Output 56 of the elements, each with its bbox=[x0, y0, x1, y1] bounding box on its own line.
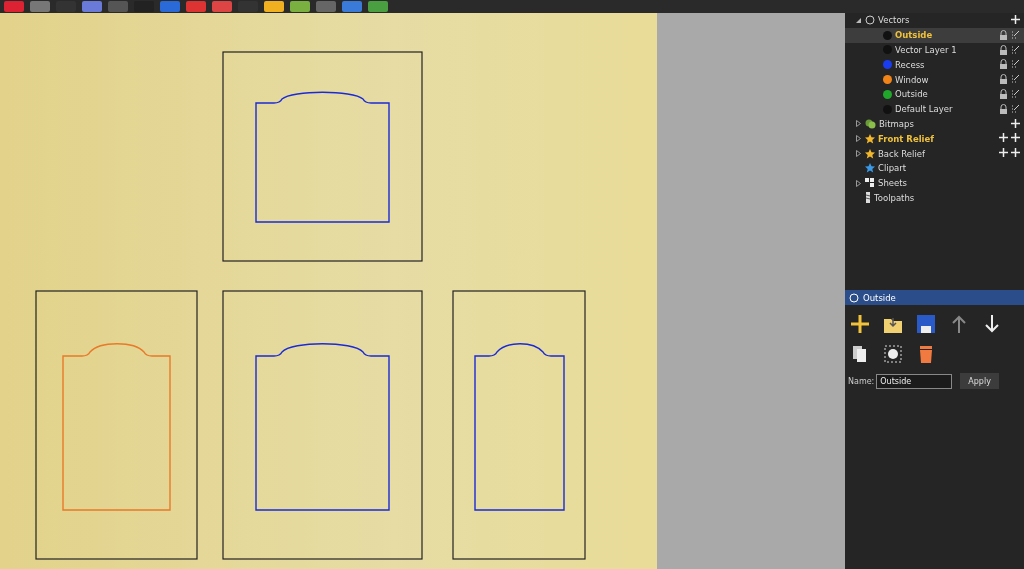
layer-row[interactable]: Outside bbox=[845, 27, 1024, 43]
name-field[interactable]: Outside bbox=[876, 373, 953, 389]
pen-grid-icon[interactable] bbox=[1011, 89, 1020, 99]
lock-icon[interactable] bbox=[999, 29, 1008, 40]
plus-icon[interactable] bbox=[851, 315, 869, 333]
layer-name[interactable]: Vector Layer 1 bbox=[895, 45, 957, 55]
squares-icon bbox=[865, 178, 875, 189]
layer-name[interactable]: Outside bbox=[895, 30, 933, 41]
pen-grid-icon[interactable] bbox=[1011, 44, 1020, 55]
up-arrow-icon[interactable] bbox=[950, 315, 968, 333]
layer-row[interactable]: Window bbox=[845, 72, 1024, 87]
star-icon bbox=[865, 148, 875, 159]
folder-icon[interactable] bbox=[884, 315, 902, 333]
layer-row[interactable]: Default Layer bbox=[845, 101, 1024, 117]
layer-row[interactable]: Outside bbox=[845, 87, 1024, 102]
tree-item[interactable]: Vectors bbox=[878, 15, 910, 26]
lock-icon[interactable] bbox=[999, 103, 1008, 114]
lock-icon[interactable] bbox=[999, 89, 1008, 99]
copy-icon[interactable] bbox=[851, 345, 869, 363]
tree-item[interactable]: Front Relief bbox=[878, 133, 934, 144]
lock-icon[interactable] bbox=[999, 74, 1008, 85]
layer-name[interactable]: Window bbox=[895, 74, 929, 85]
lock-icon[interactable] bbox=[999, 44, 1008, 55]
star-icon bbox=[865, 133, 875, 144]
panel-title: Outside bbox=[863, 292, 896, 303]
trash-icon[interactable] bbox=[917, 345, 935, 363]
pen-grid-icon[interactable] bbox=[1011, 103, 1020, 114]
vector-icon bbox=[865, 15, 875, 26]
vector-icon bbox=[849, 292, 859, 303]
circles-icon bbox=[865, 118, 876, 129]
pen-grid-icon[interactable] bbox=[1011, 74, 1020, 85]
apply-button[interactable]: Apply bbox=[960, 373, 999, 389]
down-arrow-icon[interactable] bbox=[983, 315, 1001, 333]
layer-row[interactable]: Vector Layer 1 bbox=[845, 42, 1024, 58]
pen-grid-icon[interactable] bbox=[1011, 59, 1020, 70]
layer-name[interactable]: Default Layer bbox=[895, 104, 953, 115]
save-icon[interactable] bbox=[917, 315, 935, 333]
pen-grid-icon[interactable] bbox=[1011, 29, 1020, 40]
expand-arrow-icon[interactable] bbox=[855, 120, 862, 128]
tree-item[interactable]: Back Relief bbox=[878, 148, 926, 159]
name-label: Name: bbox=[848, 376, 875, 386]
expand-arrow-icon[interactable] bbox=[855, 150, 862, 158]
star-icon bbox=[865, 163, 875, 174]
expand-arrow-icon[interactable] bbox=[855, 179, 862, 187]
tree-item[interactable]: Clipart bbox=[878, 163, 907, 174]
tree-item[interactable]: Toolpaths bbox=[874, 192, 915, 203]
expand-arrow-icon[interactable] bbox=[855, 135, 862, 143]
collapse-arrow-icon[interactable] bbox=[855, 16, 862, 24]
layer-name[interactable]: Outside bbox=[895, 89, 928, 100]
layer-name[interactable]: Recess bbox=[895, 59, 925, 70]
tree-item[interactable]: Bitmaps bbox=[879, 118, 914, 129]
lock-icon[interactable] bbox=[999, 59, 1008, 70]
drill-bit-icon bbox=[865, 192, 871, 204]
tree-item[interactable]: Sheets bbox=[878, 178, 907, 189]
selection-icon[interactable] bbox=[884, 345, 902, 363]
layer-row[interactable]: Recess bbox=[845, 57, 1024, 73]
